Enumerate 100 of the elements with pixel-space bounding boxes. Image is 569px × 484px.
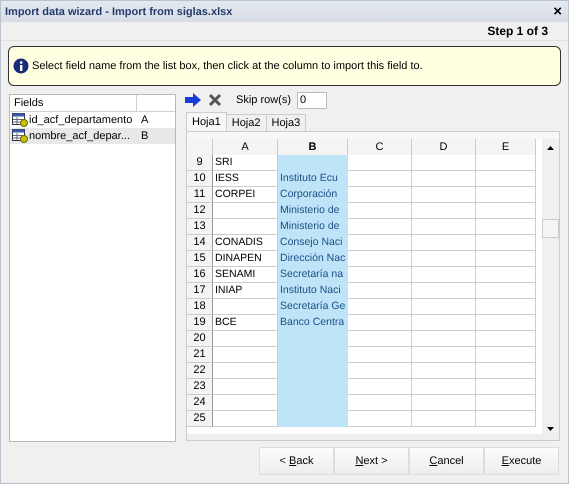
table-cell [476, 347, 536, 363]
table-cell [412, 187, 476, 203]
row-number: 24 [187, 395, 213, 411]
row-number: 22 [187, 363, 213, 379]
header-label: Fields [14, 97, 44, 109]
table-cell: INIAP [213, 283, 278, 299]
down-arrow-icon [547, 426, 554, 430]
row-number: 14 [187, 235, 213, 251]
row-number: 13 [187, 219, 213, 235]
table-cell [348, 379, 412, 395]
table-cell [213, 203, 278, 219]
column-header[interactable]: B [278, 139, 348, 156]
table-cell [348, 347, 412, 363]
table-cell [348, 171, 412, 187]
table-cell: CONADIS [213, 235, 278, 251]
skip-rows-field[interactable]: 0 [297, 92, 328, 108]
table-cell [412, 203, 476, 219]
table-cell: CORPEI [213, 187, 278, 203]
table-cell [348, 203, 412, 219]
table-cell: Secretaría Ge [278, 299, 348, 315]
table-cell [412, 331, 476, 347]
table-cell: Dirección Nac [278, 251, 348, 267]
vertical-scrollbar[interactable] [542, 139, 559, 437]
table-cell [348, 283, 412, 299]
column-header[interactable]: E [476, 139, 536, 156]
table-cell: Instituto Naci [278, 283, 348, 299]
sheet-tab[interactable]: Hoja3 [266, 114, 306, 131]
table-cell [412, 411, 476, 427]
table-cell: DINAPEN [213, 251, 278, 267]
table-cell [278, 155, 348, 171]
table-cell [213, 219, 278, 235]
table-cell [348, 331, 412, 347]
table-cell [348, 219, 412, 235]
table-cell [213, 411, 278, 427]
row-number: 18 [187, 299, 213, 315]
table-cell [348, 363, 412, 379]
table-cell [412, 283, 476, 299]
row-number: 20 [187, 331, 213, 347]
table-cell [348, 267, 412, 283]
field-item[interactable]: nombre_acf_depar... B [10, 128, 175, 144]
row-number: 25 [187, 411, 213, 427]
info-text: Select field name from the list box, then click at the column to import this field to. [32, 60, 423, 72]
row-number: 19 [187, 315, 213, 331]
row-number: 21 [187, 347, 213, 363]
table-cell [476, 411, 536, 427]
table-cell [476, 267, 536, 283]
scroll-thumb[interactable] [542, 218, 559, 238]
table-cell [476, 219, 536, 235]
table-cell [476, 299, 536, 315]
field-name: id_acf_departamento [29, 114, 134, 126]
column-header[interactable]: C [348, 139, 412, 156]
column-header[interactable]: A [213, 139, 278, 156]
table-cell: Corporación [278, 187, 348, 203]
wizard-button[interactable]: Execute [484, 447, 559, 475]
table-cell [412, 267, 476, 283]
table-cell [476, 379, 536, 395]
row-number: 16 [187, 267, 213, 283]
delete-icon[interactable] [208, 93, 222, 107]
table-cell: Consejo Naci [278, 235, 348, 251]
row-number: 9 [187, 155, 213, 171]
table-cell [348, 315, 412, 331]
wizard-button[interactable]: Cancel [409, 447, 484, 475]
table-cell [476, 251, 536, 267]
field-name: nombre_acf_depar... [29, 130, 131, 142]
row-number: 12 [187, 203, 213, 219]
table-cell [476, 363, 536, 379]
wizard-button[interactable]: Next > [334, 447, 409, 475]
field-column: A [141, 114, 175, 126]
sheet-tab[interactable]: Hoja2 [226, 114, 266, 131]
table-cell [412, 379, 476, 395]
table-icon [12, 113, 28, 127]
table-cell [213, 395, 278, 411]
table-cell [476, 395, 536, 411]
arrow-right-icon[interactable] [184, 93, 202, 107]
table-cell [348, 299, 412, 315]
row-number: 17 [187, 283, 213, 299]
sheet-tab[interactable]: Hoja1 [186, 112, 227, 131]
table-cell: IESS [213, 171, 278, 187]
table-cell: Ministerio de [278, 203, 348, 219]
window-title: Import data wizard - Import from siglas.xlsx [5, 6, 232, 18]
table-cell [412, 363, 476, 379]
table-cell [348, 235, 412, 251]
close-button[interactable]: × [551, 4, 564, 20]
table-cell [412, 251, 476, 267]
table-cell [348, 395, 412, 411]
table-cell: Instituto Ecu [278, 171, 348, 187]
table-cell [213, 363, 278, 379]
wizard-button[interactable]: < Back [259, 447, 334, 475]
table-cell [348, 155, 412, 171]
table-cell [476, 235, 536, 251]
table-cell [476, 283, 536, 299]
table-cell [412, 347, 476, 363]
table-cell [476, 203, 536, 219]
row-number: 15 [187, 251, 213, 267]
column-header[interactable]: D [412, 139, 476, 156]
table-cell: Ministerio de [278, 219, 348, 235]
table-cell: Banco Centra [278, 315, 348, 331]
table-cell [348, 187, 412, 203]
row-number: 23 [187, 379, 213, 395]
table-cell [412, 299, 476, 315]
